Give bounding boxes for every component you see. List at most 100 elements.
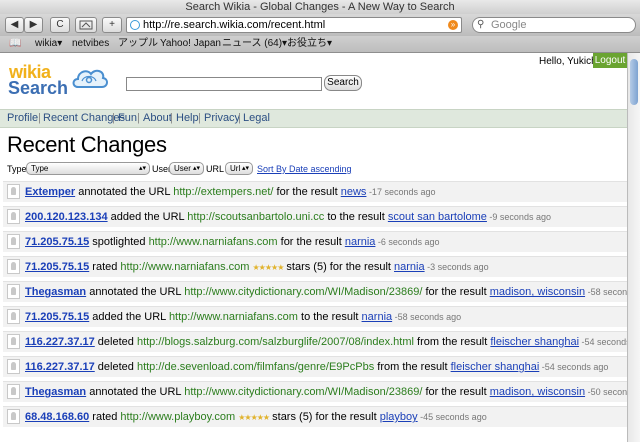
action-text: spotlighted [89, 236, 149, 248]
scrollbar-thumb[interactable] [630, 59, 638, 105]
change-text: 116.227.37.17 deleted http://blogs.salzb… [25, 336, 627, 349]
bookmark-item[interactable]: netvibes [72, 38, 109, 50]
scrollbar[interactable] [627, 53, 640, 442]
connector-text: for the result [273, 186, 341, 198]
sort-link[interactable]: Sort By Date ascending [257, 164, 352, 174]
url-select[interactable]: Url ▴▾ [225, 162, 253, 175]
user-link[interactable]: 200.120.123.134 [25, 211, 108, 223]
user-avatar-icon [7, 209, 20, 224]
nav-help[interactable]: Help [176, 112, 199, 125]
user-link[interactable]: Thegasman [25, 286, 86, 298]
bookmark-item[interactable]: アップル [118, 38, 158, 50]
user-avatar-icon [7, 309, 20, 324]
timestamp: -58 seconds ago [587, 287, 627, 297]
add-bookmark-button[interactable]: + [102, 17, 122, 33]
change-row: 71.205.75.15 spotlighted http://www.narn… [3, 231, 627, 252]
forward-button[interactable]: ▶ [24, 17, 43, 33]
changed-url: http://www.citydictionary.com/WI/Madison… [184, 286, 423, 298]
select-arrows-icon: ▴▾ [241, 165, 249, 172]
user-avatar-icon [7, 259, 20, 274]
result-link[interactable]: fleischer shanghai [451, 361, 540, 373]
bookmark-item[interactable]: Yahoo! Japan [160, 38, 221, 50]
user-avatar-icon [7, 234, 20, 249]
bookmark-item[interactable]: ニュース (64)▾ [222, 38, 287, 50]
type-label: Type [7, 164, 27, 174]
change-text: 200.120.123.134 added the URL http://sco… [25, 211, 551, 224]
user-link[interactable]: 71.205.75.15 [25, 311, 89, 323]
nav-separator: | [170, 112, 173, 124]
timestamp: -50 seconds ago [587, 387, 627, 397]
result-link[interactable]: playboy [380, 411, 418, 423]
timestamp: -54 seconds ago [539, 362, 609, 372]
changed-url: http://www.narniafans.com [120, 261, 250, 273]
cloud-logo-icon [72, 69, 108, 88]
bookmark-item[interactable]: wikia▾ [35, 38, 62, 50]
logo-search-text: Search [8, 78, 69, 98]
bookmark-item[interactable]: お役立ち▾ [287, 38, 332, 50]
bookmarks-book-icon[interactable]: 📖 [9, 38, 21, 49]
user-link[interactable]: 116.227.37.17 [25, 336, 95, 348]
reload-button[interactable]: C [50, 17, 70, 33]
result-link[interactable]: news [341, 186, 367, 198]
change-row: Thegasman annotated the URL http://www.c… [3, 381, 627, 402]
page-title: Recent Changes [7, 132, 167, 157]
changed-url: http://www.narniafans.com [148, 236, 278, 248]
nav-about[interactable]: About [143, 112, 172, 125]
action-text: rated [89, 261, 121, 273]
user-link[interactable]: 68.48.168.60 [25, 411, 89, 423]
connector-text: from the result [374, 361, 451, 373]
change-text: 71.205.75.15 rated http://www.narniafans… [25, 261, 489, 274]
changed-url: http://www.playboy.com [120, 411, 236, 423]
back-button[interactable]: ◀ [5, 17, 24, 33]
snapback-icon [79, 20, 93, 30]
rss-icon[interactable]: » [448, 20, 458, 30]
result-link[interactable]: narnia [362, 311, 393, 323]
connector-text: from the result [413, 336, 491, 348]
result-link[interactable]: scout san bartolome [388, 211, 487, 223]
user-select[interactable]: User ▴▾ [169, 162, 204, 175]
action-text: annotated the URL [75, 186, 174, 198]
connector-text: to the result [297, 311, 362, 323]
user-link[interactable]: 71.205.75.15 [25, 261, 89, 273]
result-link[interactable]: narnia [394, 261, 425, 273]
result-link[interactable]: madison, wisconsin [490, 286, 585, 298]
user-link[interactable]: Extemper [25, 186, 75, 198]
action-text: added the URL [89, 311, 169, 323]
nav-profile[interactable]: Profile [7, 112, 38, 125]
result-link[interactable]: narnia [345, 236, 376, 248]
nav-privacy[interactable]: Privacy [204, 112, 240, 125]
search-button[interactable]: Search [324, 75, 362, 91]
type-select[interactable]: Type ▴▾ [26, 162, 150, 175]
result-link[interactable]: madison, wisconsin [490, 386, 585, 398]
magnifier-icon: ⚲ [477, 19, 485, 30]
change-row: 200.120.123.134 added the URL http://sco… [3, 206, 627, 227]
address-bar[interactable]: http://re.search.wikia.com/recent.html » [126, 17, 462, 33]
action-text: rated [89, 411, 121, 423]
address-text[interactable]: http://re.search.wikia.com/recent.html [143, 18, 325, 32]
nav-separator: | [198, 112, 201, 124]
nav-legal[interactable]: Legal [243, 112, 270, 125]
select-arrows-icon: ▴▾ [138, 165, 146, 172]
nav-fun[interactable]: Fun [118, 112, 137, 125]
logout-button[interactable]: Logout [593, 53, 627, 68]
user-link[interactable]: Thegasman [25, 386, 86, 398]
change-row: 116.227.37.17 deleted http://de.sevenloa… [3, 356, 627, 377]
changed-url: http://www.narniafans.com [168, 311, 298, 323]
timestamp: -58 seconds ago [392, 312, 462, 322]
nav-separator: | [137, 112, 140, 124]
changed-url: http://www.citydictionary.com/WI/Madison… [184, 386, 423, 398]
user-avatar-icon [7, 184, 20, 199]
connector-text: for the result [422, 386, 490, 398]
search-input[interactable] [126, 77, 322, 91]
user-link[interactable]: 116.227.37.17 [25, 361, 95, 373]
change-text: 116.227.37.17 deleted http://de.sevenloa… [25, 361, 608, 374]
result-link[interactable]: fleischer shanghai [490, 336, 579, 348]
user-link[interactable]: 71.205.75.15 [25, 236, 89, 248]
snapback-button[interactable] [75, 17, 97, 33]
filter-bar: Type Type ▴▾ User User ▴▾ URL Url ▴▾ Sor… [0, 162, 627, 176]
timestamp: -54 seconds ago [581, 337, 627, 347]
web-page: wikia Search Hello, Yukichi Logout Searc… [0, 53, 627, 442]
browser-search-field[interactable]: ⚲ Google [472, 17, 636, 33]
rating-stars-icon: ★★★★★ [238, 413, 270, 422]
change-row: 116.227.37.17 deleted http://blogs.salzb… [3, 331, 627, 352]
